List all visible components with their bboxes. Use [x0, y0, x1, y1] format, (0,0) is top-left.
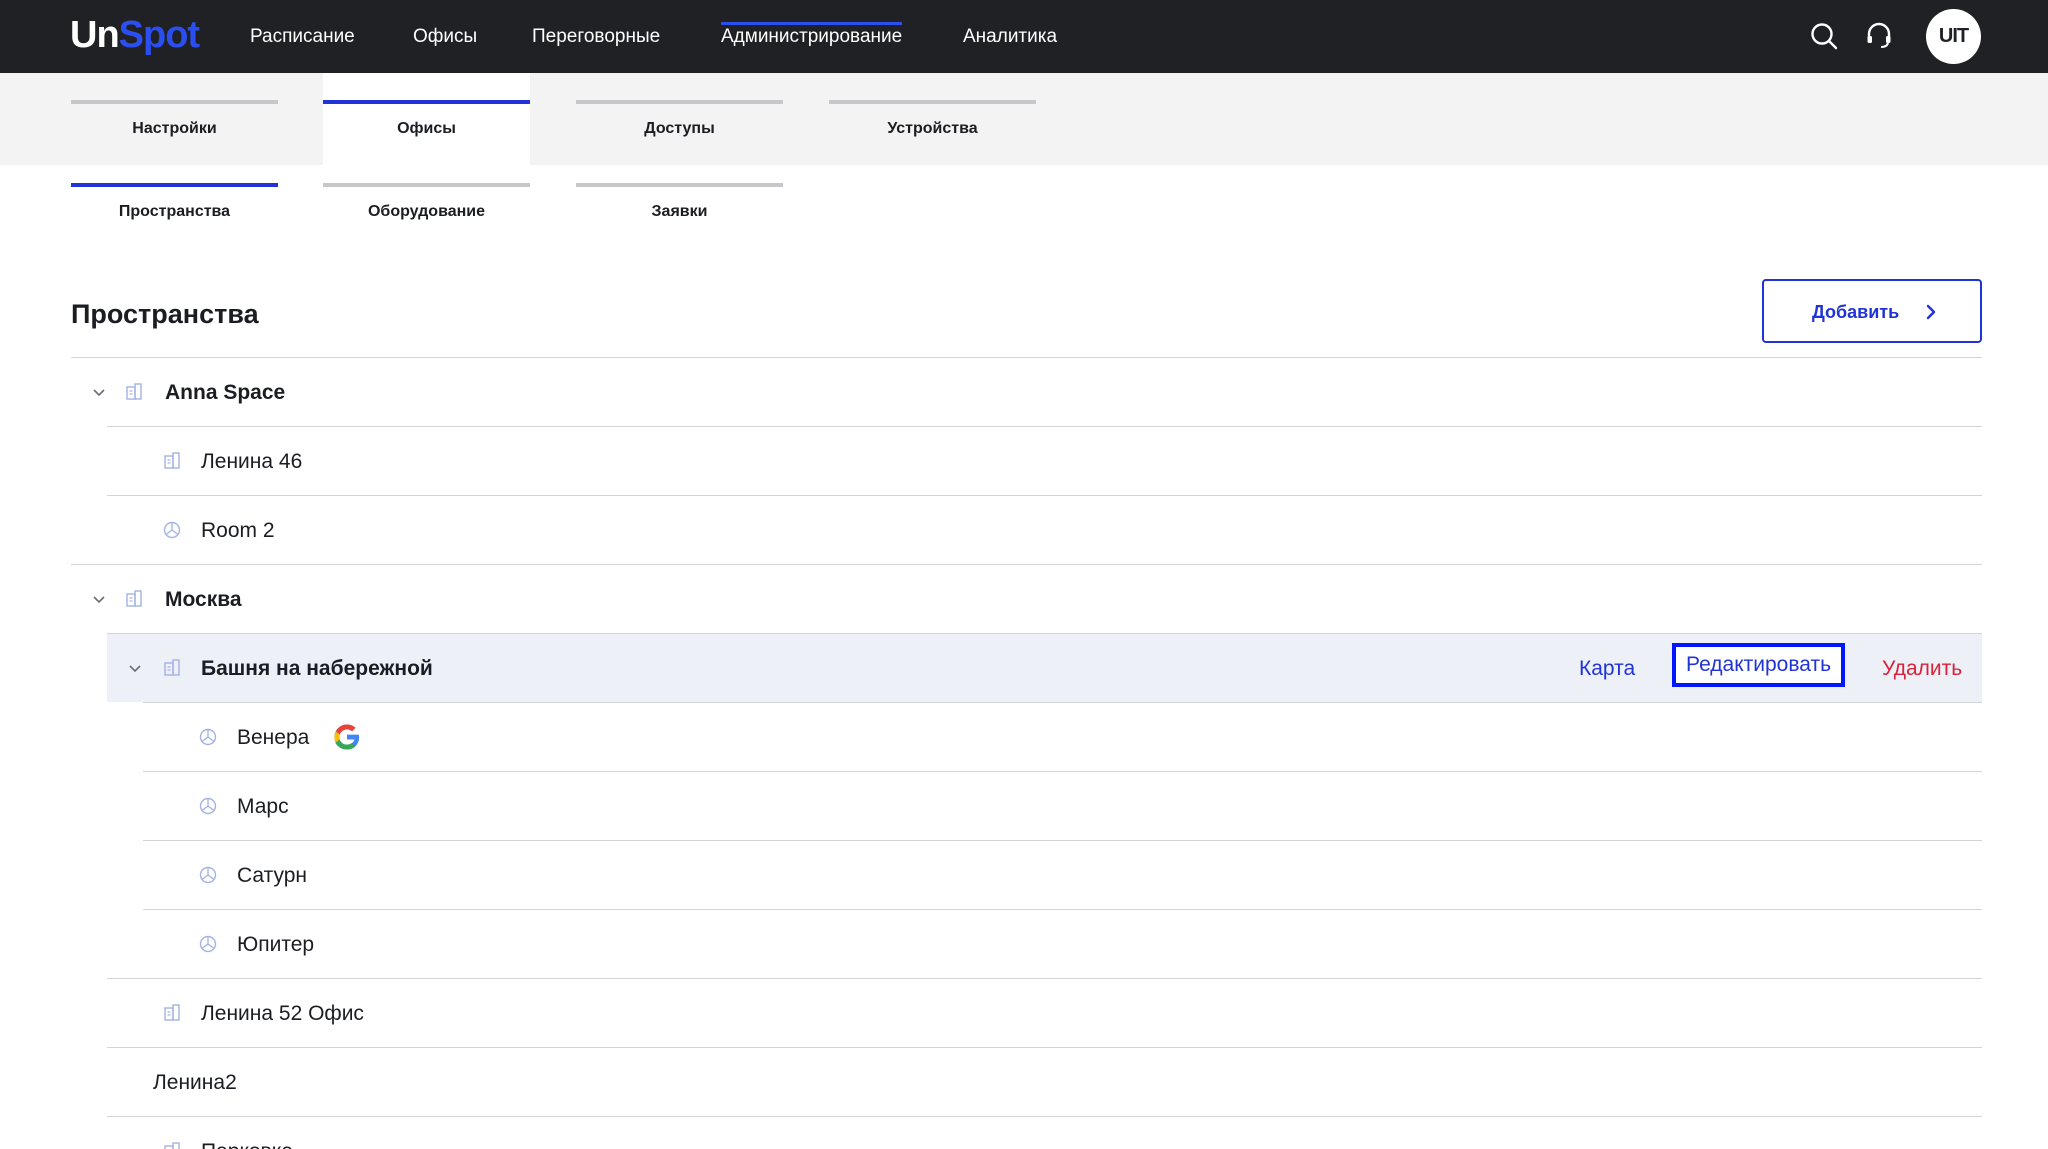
tab-label: Устройства: [887, 120, 978, 137]
subtab-indicator: [323, 183, 530, 187]
headset-icon[interactable]: [1863, 20, 1895, 52]
subtab-label: Заявки: [651, 203, 708, 220]
subtab-indicator: [71, 183, 278, 187]
room-icon: [199, 728, 217, 746]
add-button-label: Добавить: [1812, 302, 1900, 322]
room-icon: [199, 935, 217, 953]
chevron-down-icon[interactable]: [91, 592, 107, 608]
edit-link[interactable]: Редактировать: [1672, 643, 1846, 687]
tree-row[interactable]: Ленина 46: [107, 426, 1982, 495]
building-icon: [126, 590, 142, 607]
tree-row[interactable]: Anna Space: [71, 357, 1982, 426]
chevron-right-icon: [1926, 304, 1936, 320]
tree-row[interactable]: Room 2: [107, 495, 1982, 564]
tab-label: Офисы: [397, 120, 456, 137]
google-icon: [334, 724, 361, 750]
page-title: Пространства: [71, 299, 259, 329]
add-button[interactable]: Добавить: [1762, 279, 1982, 343]
chevron-down-icon[interactable]: [127, 661, 143, 677]
logo-text-un: Un: [70, 14, 120, 56]
user-avatar[interactable]: UIT: [1926, 9, 1981, 64]
search-icon[interactable]: [1808, 20, 1840, 52]
tab-devices[interactable]: Устройства: [829, 73, 1036, 165]
tab-indicator: [829, 100, 1036, 104]
tree-row[interactable]: Ленина 52 Офис: [107, 978, 1982, 1047]
tab-label: Настройки: [132, 120, 217, 137]
tree-item-name: Марс: [237, 795, 289, 818]
room-icon: [199, 797, 217, 815]
delete-link[interactable]: Удалить: [1882, 656, 1962, 682]
tree-item-name: Венера: [237, 726, 310, 749]
nav-meeting-rooms[interactable]: Переговорные: [532, 0, 660, 73]
tree-item-name: Москва: [165, 588, 242, 611]
nav-schedule[interactable]: Расписание: [250, 0, 355, 73]
tree-item-name: Сатурн: [237, 864, 308, 887]
building-icon: [164, 1004, 180, 1021]
tab-offices[interactable]: Офисы: [323, 73, 530, 165]
tree-item-name: Юпитер: [237, 933, 315, 956]
nav-analytics[interactable]: Аналитика: [963, 0, 1057, 73]
tree-row[interactable]: Венера: [143, 702, 1982, 771]
subtab-indicator: [576, 183, 783, 187]
tree-item-name: Ленина2: [153, 1071, 237, 1094]
tab-label: Доступы: [644, 120, 715, 137]
tree-item-name: Башня на набережной: [201, 657, 433, 680]
tree-item-name: Ленина 46: [201, 450, 303, 473]
tree-row[interactable]: Юпитер: [143, 909, 1982, 978]
tab-indicator: [71, 100, 278, 104]
tree-item-name: Anna Space: [165, 381, 286, 404]
building-icon: [126, 383, 142, 400]
tab-settings[interactable]: Настройки: [71, 73, 278, 165]
tree-row[interactable]: Ленина2: [107, 1047, 1982, 1116]
building-icon: [164, 1142, 180, 1149]
tree-item-name: Парковка: [201, 1139, 293, 1149]
tab-indicator: [323, 100, 530, 104]
unspot-logo[interactable]: UnSpot: [70, 13, 200, 57]
tab-indicator: [576, 100, 783, 104]
top-nav-bar: UnSpot Расписание Офисы Переговорные Адм…: [0, 0, 2048, 73]
tree-row[interactable]: Марс: [143, 771, 1982, 840]
nav-administration[interactable]: Администрирование: [721, 0, 903, 73]
building-icon: [164, 659, 180, 676]
room-icon: [199, 866, 217, 884]
tree-row[interactable]: Сатурн: [143, 840, 1982, 909]
subtab-equipment[interactable]: Оборудование: [323, 183, 530, 233]
tree-row[interactable]: Москва: [71, 564, 1982, 633]
tree-item-name: Room 2: [201, 519, 275, 542]
map-link[interactable]: Карта: [1579, 656, 1635, 682]
chevron-down-icon[interactable]: [91, 385, 107, 401]
room-icon: [163, 521, 181, 539]
nav-offices[interactable]: Офисы: [413, 0, 477, 73]
subtab-label: Пространства: [118, 203, 231, 220]
tree-row[interactable]: Парковка: [107, 1116, 1982, 1149]
tab-access[interactable]: Доступы: [576, 73, 783, 165]
subtab-spaces[interactable]: Пространства: [71, 183, 278, 233]
logo-text-spot: Spot: [118, 14, 200, 56]
building-icon: [164, 452, 180, 469]
admin-tabs-band: Настройки Офисы Доступы Устройства: [0, 73, 2048, 165]
subtab-requests[interactable]: Заявки: [576, 183, 783, 233]
subtab-label: Оборудование: [367, 203, 485, 220]
tree-item-name: Ленина 52 Офис: [201, 1002, 364, 1025]
tree-row-selected[interactable]: Башня на набережной Карта Редактировать …: [107, 633, 1982, 702]
